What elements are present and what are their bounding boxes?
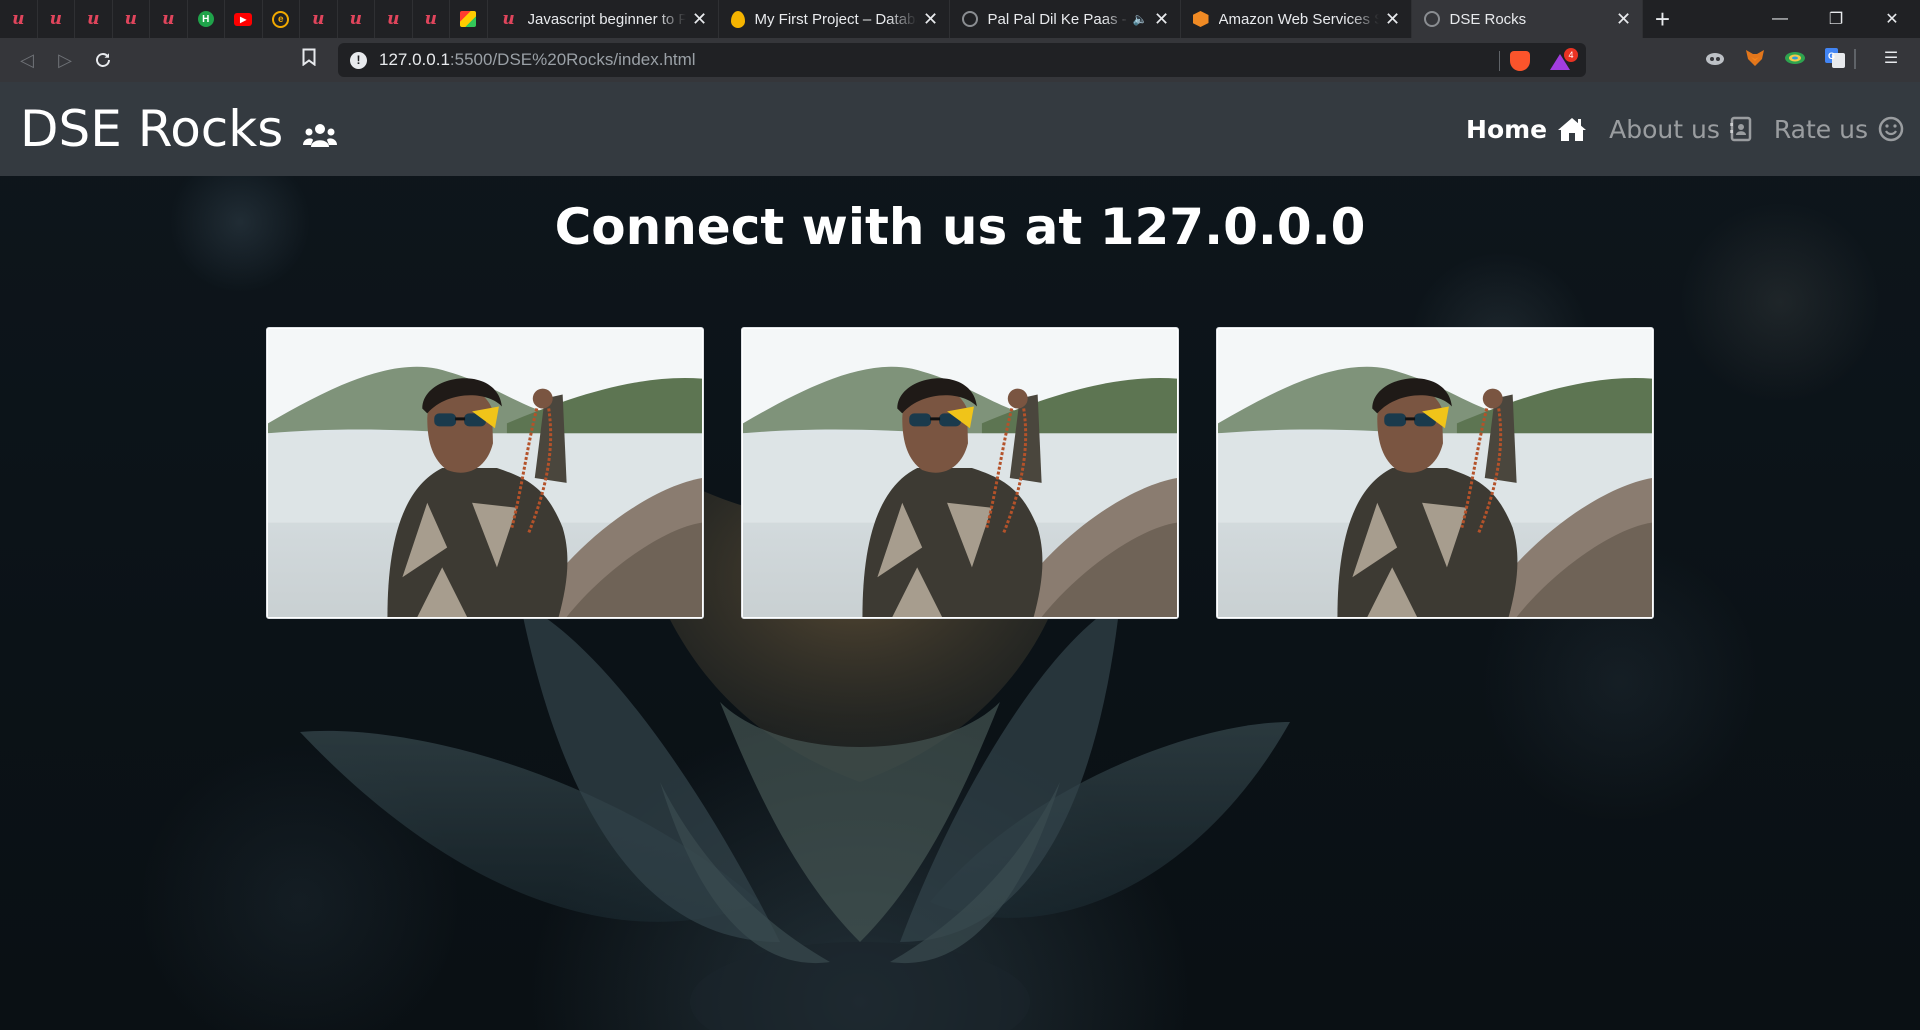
pinned-tab[interactable]: e [263,0,300,38]
photo-card[interactable] [266,327,704,619]
pinned-tab[interactable]: u [413,0,450,38]
new-tab-button[interactable]: + [1643,0,1683,38]
users-icon [303,124,338,147]
earth-extension-icon[interactable] [1784,47,1806,69]
photo-card[interactable] [1216,327,1654,619]
brand-name: DSE Rocks [20,100,284,158]
pinned-tabs: u u u u u H ▶ e u u u u [0,0,488,38]
udemy-icon: u [502,9,515,29]
pinned-tab[interactable]: u [38,0,75,38]
page-heading: Connect with us at 127.0.0.0 [554,198,1366,256]
url-host: 127.0.0.1 [379,50,450,69]
cloud-extension-icon[interactable] [1704,47,1726,69]
man-holding-beads-photo [268,329,702,617]
divider [1854,49,1856,69]
udemy-icon: u [312,9,325,29]
close-tab-icon[interactable]: ✕ [1385,9,1401,30]
pinned-tab[interactable] [450,0,488,38]
close-tab-icon[interactable]: ✕ [923,9,939,30]
speaker-icon[interactable]: 🔈 [1133,12,1148,26]
udemy-icon: u [49,9,62,29]
pinned-tab[interactable]: u [300,0,338,38]
tab-title: My First Project – Database [754,10,917,28]
minimize-button[interactable]: — [1752,0,1808,38]
tab-javascript-course[interactable]: u Javascript beginner to Pro ✕ [488,0,719,38]
pinned-tab[interactable]: u [375,0,413,38]
pinned-tab[interactable]: ▶ [225,0,263,38]
udemy-icon: u [162,9,175,29]
pinned-tab[interactable]: u [0,0,38,38]
youtube-icon: ▶ [234,12,253,26]
udemy-icon: u [12,9,25,29]
nav-about-us[interactable]: About us [1609,115,1752,144]
site-navbar: DSE Rocks Home About us Rate us [0,82,1920,176]
tab-firebase-project[interactable]: My First Project – Database ✕ [719,0,950,38]
forward-button[interactable]: ▷ [46,43,84,77]
tab-pal-pal-dil[interactable]: Pal Pal Dil Ke Paas - 🔈 ✕ [950,0,1181,38]
e-circle-icon: e [272,10,290,28]
site-info-icon[interactable]: ! [350,51,367,69]
tab-title: DSE Rocks [1449,10,1527,28]
udemy-icon: u [424,9,437,29]
man-holding-beads-photo [1218,329,1652,617]
pinned-tab[interactable]: u [75,0,113,38]
globe-icon [961,11,978,27]
google-translate-icon[interactable]: G [1824,47,1846,69]
browser-toolbar: ◁ ▷ ! 127.0.0.1:5500/DSE%20Rocks/index.h… [0,38,1920,82]
reload-icon [96,53,110,67]
close-tab-icon[interactable]: ✕ [1616,9,1632,30]
nav-about-label: About us [1609,114,1720,144]
globe-icon [1423,11,1440,27]
nav-home[interactable]: Home [1466,115,1587,144]
browser-tab-strip: u u u u u H ▶ e u u u u u Javascript beg… [0,0,1920,38]
window-controls: — ❐ ✕ [1752,0,1920,38]
photo-card[interactable] [741,327,1179,619]
udemy-icon: u [387,9,400,29]
rewards-badge: 4 [1564,48,1578,62]
colorful-cube-icon [460,11,477,27]
tab-title: Amazon Web Services Sign-In [1218,10,1379,28]
udemy-icon: u [87,9,100,29]
udemy-icon: u [349,9,362,29]
page-viewport: DSE Rocks Home About us Rate us Connect … [0,82,1920,1030]
svg-text:G: G [1828,51,1835,61]
pinned-tab[interactable]: u [113,0,150,38]
nav-links: Home About us Rate us [1444,82,1904,176]
address-bar[interactable]: ! 127.0.0.1:5500/DSE%20Rocks/index.html … [338,43,1586,77]
smiley-icon [1878,116,1904,142]
brave-rewards-icon[interactable]: 4 [1550,48,1578,70]
home-icon [1558,118,1587,141]
url-path: :5500/DSE%20Rocks/index.html [449,50,696,69]
restore-button[interactable]: ❐ [1808,0,1864,38]
back-button[interactable]: ◁ [8,43,46,77]
divider [1499,51,1500,71]
nav-rate-us[interactable]: Rate us [1774,115,1904,144]
h-circle-icon: H [197,11,214,27]
udemy-icon: u [124,9,137,29]
menu-icon[interactable]: ☰ [1880,47,1902,69]
tab-aws-sign-in[interactable]: Amazon Web Services Sign-In ✕ [1181,0,1412,38]
close-tab-icon[interactable]: ✕ [692,9,708,30]
bookmark-icon[interactable] [302,48,316,71]
close-tab-icon[interactable]: ✕ [1154,9,1170,30]
man-holding-beads-photo [743,329,1177,617]
tab-title: Javascript beginner to Pro [527,10,686,28]
reload-button[interactable] [84,43,122,77]
brave-shields-icon[interactable] [1510,51,1530,71]
tab-dse-rocks[interactable]: DSE Rocks ✕ [1411,0,1643,38]
pinned-tab[interactable]: H [188,0,225,38]
brand-logo[interactable]: DSE Rocks [20,100,338,158]
pinned-tab[interactable]: u [150,0,188,38]
nav-rate-label: Rate us [1773,114,1868,144]
contact-card-icon [1729,116,1752,142]
nav-home-label: Home [1466,114,1548,144]
firebase-icon [730,10,745,28]
tab-title: Pal Pal Dil Ke Paas - [987,10,1127,28]
metamask-fox-icon[interactable] [1744,47,1766,69]
pinned-tab[interactable]: u [338,0,375,38]
close-window-button[interactable]: ✕ [1864,0,1920,38]
aws-icon [1192,11,1209,27]
